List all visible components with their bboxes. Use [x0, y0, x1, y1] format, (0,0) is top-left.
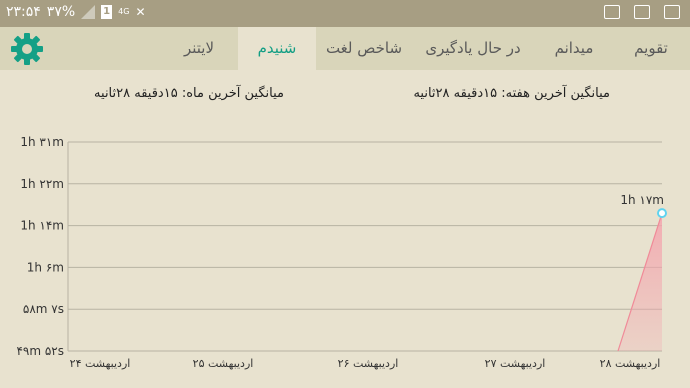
y-tick-label: 1h ۱۴m	[20, 219, 64, 233]
listening-chart: 1h ۳۱m 1h ۲۲m 1h ۱۴m 1h ۶m ۵۸m ۷s ۴۹m ۵۲s ۲۴ …	[16, 135, 667, 370]
x-tick-label: ۲۶ اردیبهشت	[338, 357, 399, 370]
x-tick-label: ۲۴ اردیبهشت	[70, 357, 131, 370]
y-tick-label: 1h ۲۲m	[20, 177, 64, 191]
x-tick-label: ۲۷ اردیبهشت	[485, 357, 546, 370]
data-point	[657, 208, 667, 219]
y-tick-label: 1h ۶m	[27, 260, 64, 274]
x-tick-label: ۲۵ اردیبهشت	[193, 357, 254, 370]
y-tick-label: ۵۸m ۷s	[23, 302, 64, 316]
data-point-label: 1h ۱۷m	[620, 193, 664, 207]
y-tick-label: ۴۹m ۵۲s	[16, 344, 64, 358]
y-tick-label: 1h ۳۱m	[20, 135, 64, 149]
x-tick-label: ۲۸ اردیبهشت	[600, 357, 661, 370]
